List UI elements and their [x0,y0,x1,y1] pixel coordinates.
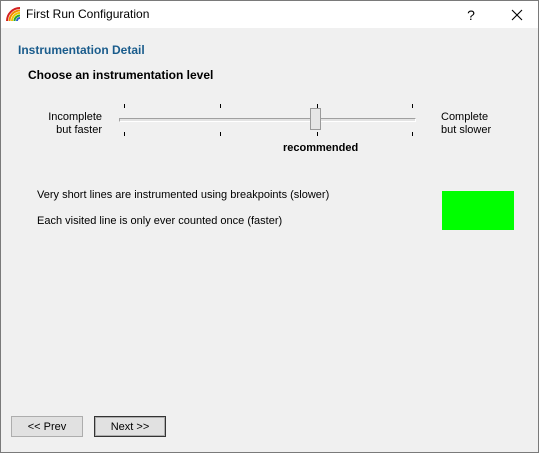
slider-track[interactable] [119,118,416,122]
slider-min-label-line1: Incomplete [48,111,102,123]
description-line-1: Very short lines are instrumented using … [37,189,330,201]
slider-tick-bottom [412,132,413,136]
slider-tick-bottom [220,132,221,136]
level-indicator-swatch [442,191,514,230]
close-button[interactable] [500,1,533,28]
slider-tick-bottom [317,132,318,136]
slider-min-label-line2: but faster [56,124,102,136]
dialog-window: First Run Configuration ? Instrumentatio… [0,0,539,453]
help-button[interactable]: ? [456,1,486,28]
instrumentation-level-slider[interactable] [119,101,419,141]
slider-thumb[interactable] [310,108,321,130]
close-icon [511,9,522,20]
slider-max-label-line2: but slower [441,124,492,136]
title-bar[interactable]: First Run Configuration ? [1,1,538,28]
section-title: Instrumentation Detail [18,43,145,57]
help-glyph: ? [467,6,475,23]
recommended-label: recommended [283,142,359,154]
slider-tick-top [220,104,221,108]
slider-tick-bottom [124,132,125,136]
slider-max-label-line1: Complete [441,111,489,123]
slider-max-label: Complete but slower [441,111,491,137]
window-title: First Run Configuration [26,7,150,21]
page-heading: Choose an instrumentation level [28,68,214,82]
slider-min-label: Incomplete but faster [48,111,102,137]
description-line-2: Each visited line is only ever counted o… [37,215,283,227]
slider-tick-top [124,104,125,108]
prev-button[interactable]: << Prev [11,416,83,437]
app-rainbow-icon [6,7,21,22]
slider-tick-top [412,104,413,108]
next-button[interactable]: Next >> [94,416,166,437]
